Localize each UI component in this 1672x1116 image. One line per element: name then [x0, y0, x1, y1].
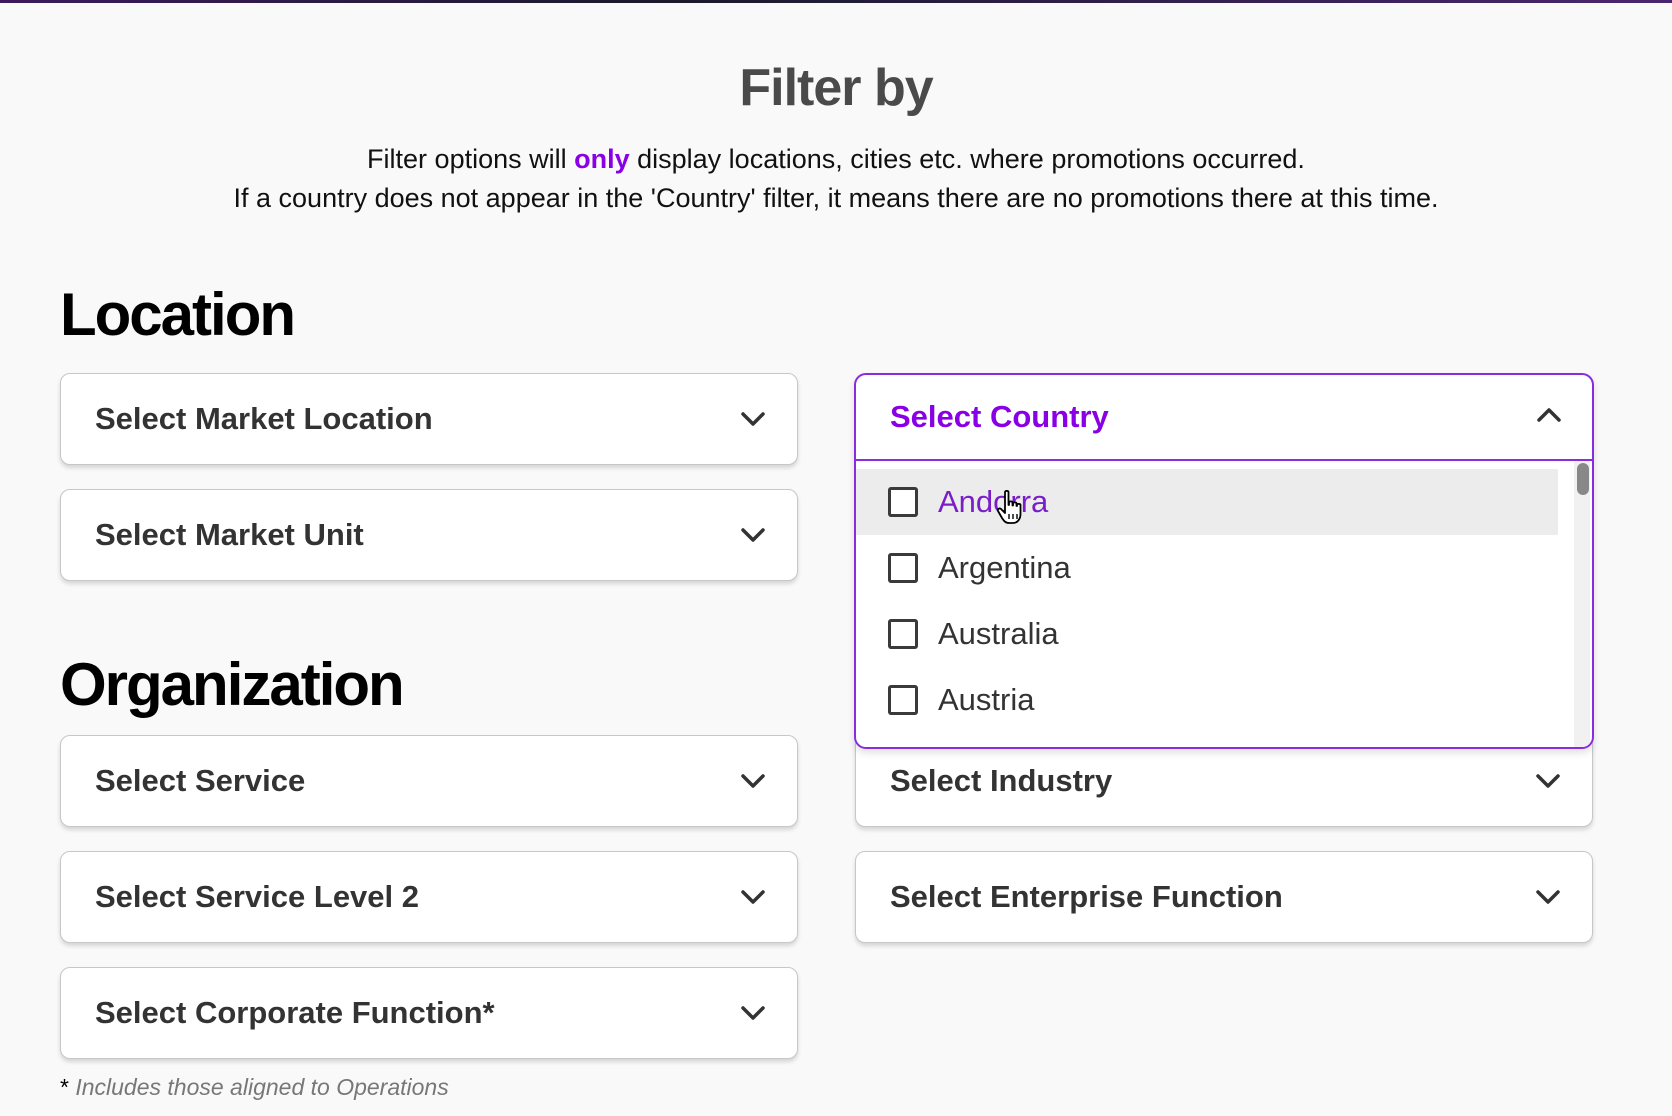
chevron-down-icon	[739, 767, 767, 795]
organization-section-title: Organization	[60, 651, 405, 718]
checkbox[interactable]	[888, 619, 918, 649]
footnote-text: Includes those aligned to Operations	[68, 1074, 449, 1100]
country-option-label: Australia	[938, 616, 1059, 651]
description-highlight: only	[574, 144, 630, 174]
market-location-label: Select Market Location	[95, 401, 433, 436]
service-level-2-select[interactable]: Select Service Level 2	[60, 851, 798, 943]
corporate-function-select[interactable]: Select Corporate Function*	[60, 967, 798, 1059]
dropdown-scrollbar[interactable]	[1574, 461, 1590, 747]
checkbox[interactable]	[888, 685, 918, 715]
enterprise-function-label: Select Enterprise Function	[890, 879, 1283, 914]
location-section-title: Location	[60, 281, 296, 348]
description-line-2: If a country does not appear in the 'Cou…	[233, 183, 1439, 213]
country-option[interactable]: Argentina	[856, 535, 1558, 601]
market-location-select[interactable]: Select Market Location	[60, 373, 798, 465]
service-select[interactable]: Select Service	[60, 735, 798, 827]
footnote-star: *	[60, 1074, 69, 1100]
chevron-down-icon	[1534, 767, 1562, 795]
filter-description: Filter options will only display locatio…	[0, 140, 1672, 218]
chevron-up-icon	[1536, 407, 1562, 428]
top-accent-bar	[0, 0, 1672, 3]
enterprise-function-select[interactable]: Select Enterprise Function	[855, 851, 1593, 943]
corporate-function-label: Select Corporate Function*	[95, 995, 495, 1030]
country-dropdown[interactable]: Select Country Andorra Argentina Austral…	[854, 373, 1594, 749]
market-unit-label: Select Market Unit	[95, 517, 364, 552]
checkbox[interactable]	[888, 487, 918, 517]
chevron-down-icon	[739, 999, 767, 1027]
chevron-down-icon	[739, 883, 767, 911]
description-text-2: display locations, cities etc. where pro…	[629, 144, 1305, 174]
chevron-down-icon	[739, 521, 767, 549]
industry-label: Select Industry	[890, 763, 1113, 798]
description-line-1: Filter options will only display locatio…	[0, 140, 1672, 179]
scrollbar-thumb[interactable]	[1577, 463, 1589, 495]
country-option-label: Austria	[938, 682, 1035, 717]
chevron-down-icon	[1534, 883, 1562, 911]
footnote: * Includes those aligned to Operations	[60, 1074, 449, 1101]
country-option-label: Argentina	[938, 550, 1071, 585]
page-title: Filter by	[739, 59, 933, 117]
country-option[interactable]: Andorra	[856, 469, 1558, 535]
country-option[interactable]: Australia	[856, 601, 1558, 667]
hand-pointer-icon	[996, 489, 1026, 531]
chevron-down-icon	[739, 405, 767, 433]
checkbox[interactable]	[888, 553, 918, 583]
description-text-1: Filter options will	[367, 144, 575, 174]
country-option[interactable]: Austria	[856, 667, 1558, 733]
country-option-label: Andorra	[938, 484, 1049, 519]
service-label: Select Service	[95, 763, 306, 798]
market-unit-select[interactable]: Select Market Unit	[60, 489, 798, 581]
country-options-list[interactable]: Andorra Argentina Australia Austria	[856, 461, 1592, 747]
service-level-2-label: Select Service Level 2	[95, 879, 420, 914]
country-select-header[interactable]: Select Country	[856, 375, 1592, 461]
country-select-label: Select Country	[890, 399, 1109, 434]
